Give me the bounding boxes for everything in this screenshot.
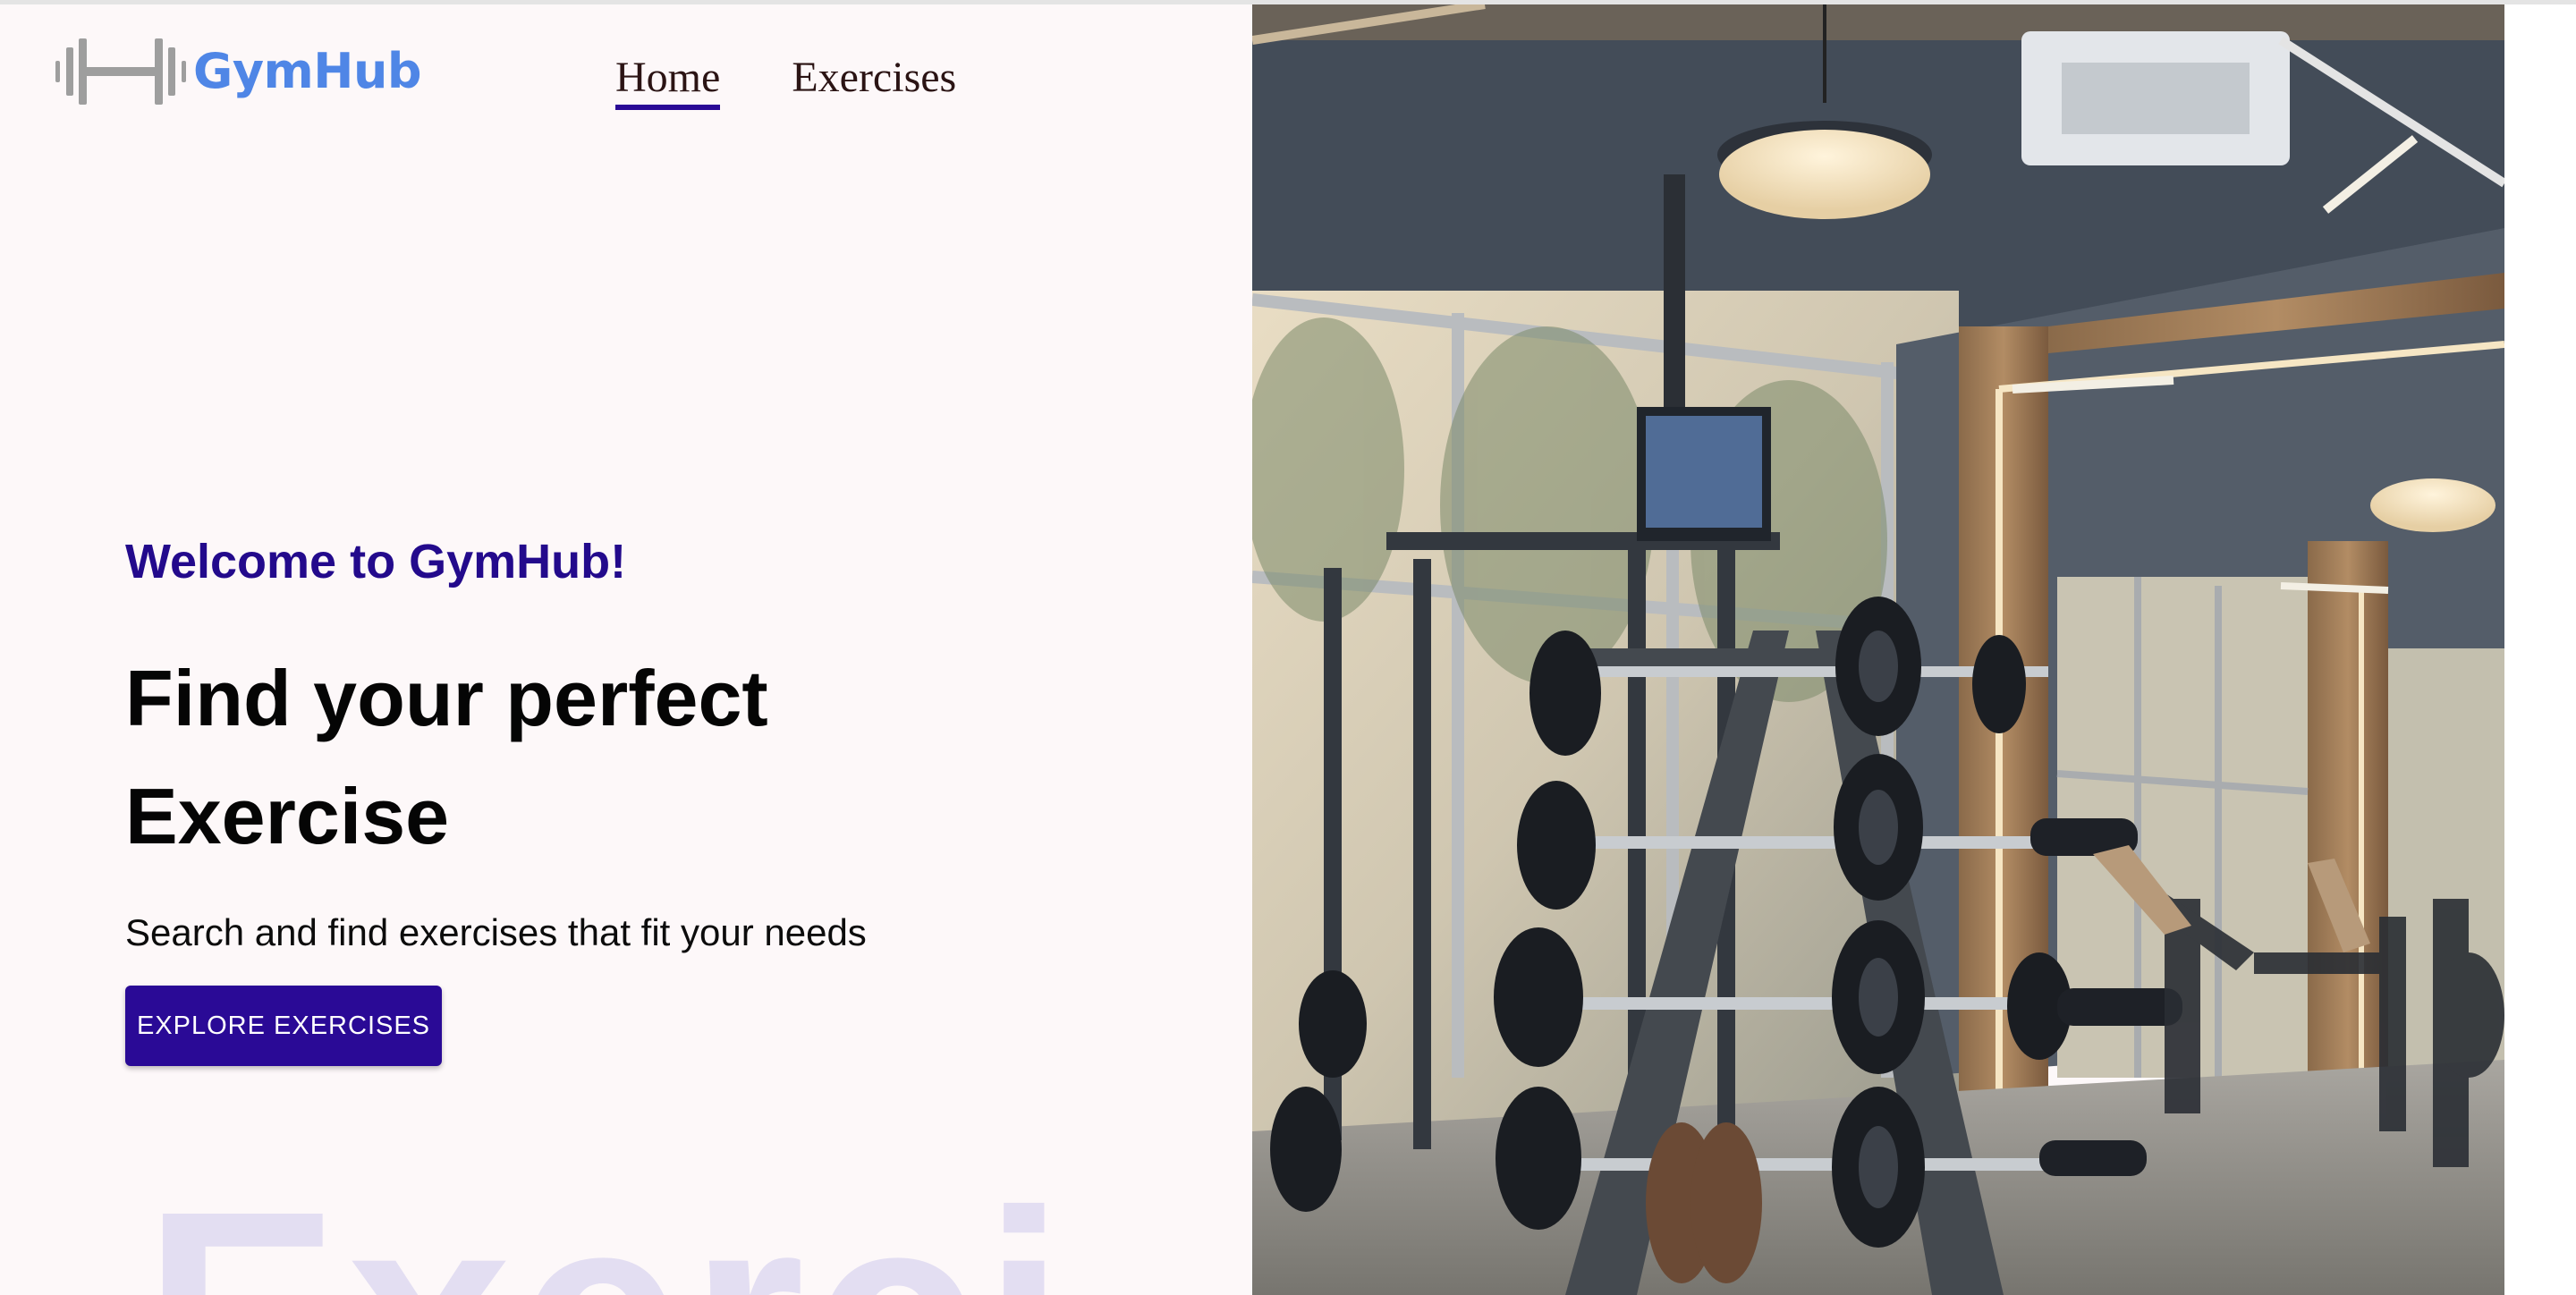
background-decorative-word: Exerci (143, 1167, 1199, 1295)
hero-subtext: Search and find exercises that fit your … (125, 911, 867, 953)
headline-line-2: Exercise (125, 772, 450, 860)
nav-exercises-link[interactable]: Exercises (792, 56, 956, 110)
headline-line-1: Find your perfect (125, 654, 768, 742)
hero-headline: Find your perfect Exercise (125, 639, 1109, 876)
gym-interior-photo (1252, 4, 2504, 1295)
logo[interactable]: GymHub (54, 31, 422, 112)
barbell-icon (54, 31, 188, 112)
home-page: Exerci GymHub Home Exercises Welcome to … (0, 4, 2504, 1295)
main-nav: Home Exercises (615, 56, 956, 110)
explore-exercises-button[interactable]: EXPLORE EXERCISES (125, 986, 442, 1066)
nav-home-link[interactable]: Home (615, 56, 721, 110)
page-right-margin (2504, 4, 2576, 1295)
brand-name: GymHub (193, 43, 422, 99)
welcome-heading: Welcome to GymHub! (125, 535, 627, 588)
